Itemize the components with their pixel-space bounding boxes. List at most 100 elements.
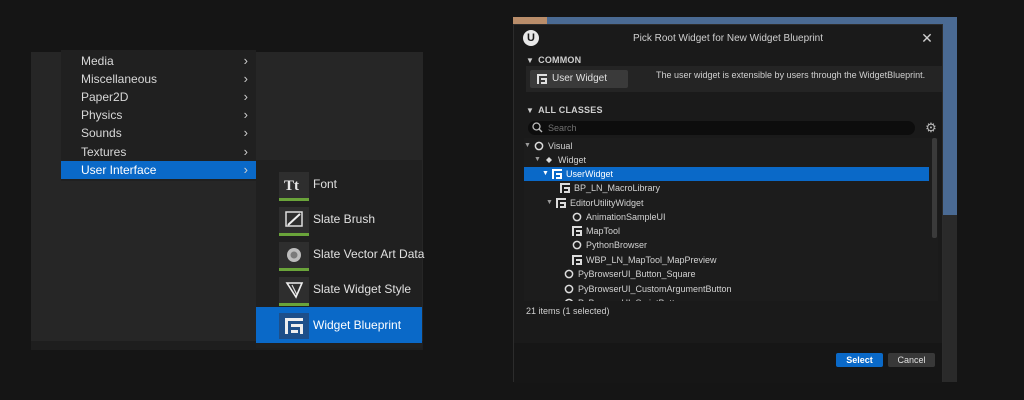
submenu-item-widget-blueprint[interactable]: Widget Blueprint bbox=[256, 307, 422, 343]
expand-arrow-icon[interactable]: ▼ bbox=[542, 167, 549, 181]
circle-icon bbox=[564, 284, 574, 294]
tree-row-pybrowserui-scriptbutton[interactable]: PyBrowserUI_ScriptButton bbox=[524, 296, 929, 301]
chevron-right-icon: › bbox=[243, 162, 248, 177]
tree-row-label: UserWidget bbox=[566, 169, 614, 179]
search-icon bbox=[532, 122, 543, 133]
tree-row-editorutilitywidget[interactable]: ▼ EditorUtilityWidget bbox=[524, 196, 929, 210]
diamond-icon bbox=[546, 157, 552, 163]
dialog-footer: Select Cancel bbox=[514, 343, 942, 383]
common-header-label: COMMON bbox=[538, 55, 582, 65]
widget-icon bbox=[556, 198, 566, 208]
tree-row-visual[interactable]: ▼ Visual bbox=[524, 139, 929, 153]
tree-row-label: MapTool bbox=[586, 226, 621, 236]
dialog-title: Pick Root Widget for New Widget Blueprin… bbox=[632, 33, 824, 44]
user-widget-button[interactable]: User Widget bbox=[530, 70, 628, 88]
menu-item-label: Paper2D bbox=[81, 90, 129, 104]
tree-row-label: PyBrowserUI_Button_Square bbox=[578, 269, 696, 279]
chevron-right-icon: › bbox=[243, 107, 248, 122]
all-classes-header-label: ALL CLASSES bbox=[538, 105, 603, 115]
cancel-button[interactable]: Cancel bbox=[888, 353, 935, 367]
widget-icon bbox=[572, 255, 582, 265]
menu-item-paper2d[interactable]: Paper2D › bbox=[61, 88, 256, 106]
tree-row-wbp-ln-maptool-mappreview[interactable]: WBP_LN_MapTool_MapPreview bbox=[524, 253, 929, 267]
close-button[interactable]: ✕ bbox=[920, 31, 934, 45]
tree-row-animationsampleui[interactable]: AnimationSampleUI bbox=[524, 210, 929, 224]
class-tree: ▼ Visual ▼ Widget ▼ UserWidget BP_LN_MacroLibr… bbox=[524, 138, 938, 301]
chevron-right-icon: › bbox=[243, 144, 248, 159]
menu-item-label: Textures bbox=[81, 145, 127, 159]
menu-item-textures[interactable]: Textures › bbox=[61, 143, 256, 161]
circle-icon bbox=[534, 141, 544, 151]
submenu-item-slate-brush[interactable]: Slate Brush bbox=[256, 201, 422, 237]
submenu-item-label: Slate Vector Art Data bbox=[313, 247, 425, 261]
menu-item-sounds[interactable]: Sounds › bbox=[61, 124, 256, 142]
dialog-titlebar: U Pick Root Widget for New Widget Bluepr… bbox=[514, 25, 942, 51]
menu-item-label: Sounds bbox=[81, 126, 122, 140]
tree-row-label: BP_LN_MacroLibrary bbox=[574, 183, 661, 193]
tree-row-bp-ln-macrolibrary[interactable]: BP_LN_MacroLibrary bbox=[524, 181, 929, 195]
circle-icon bbox=[572, 240, 582, 250]
menu-item-label: Media bbox=[81, 54, 114, 68]
expand-arrow-icon[interactable]: ▼ bbox=[524, 139, 531, 153]
submenu-item-slate-vector-art-data[interactable]: Slate Vector Art Data bbox=[256, 236, 425, 272]
tree-row-label: Visual bbox=[548, 141, 573, 151]
font-icon: Tt bbox=[279, 172, 309, 201]
circle-icon bbox=[565, 298, 573, 301]
all-classes-section-header[interactable]: ▼ ALL CLASSES bbox=[526, 105, 603, 115]
menu-item-miscellaneous[interactable]: Miscellaneous › bbox=[61, 70, 256, 88]
chevron-right-icon: › bbox=[243, 89, 248, 104]
tree-row-label: EditorUtilityWidget bbox=[570, 198, 644, 208]
context-menu: Media › Miscellaneous › Paper2D › Physics › Soun… bbox=[61, 50, 256, 181]
widget-style-icon bbox=[279, 277, 309, 306]
widget-icon bbox=[572, 226, 582, 236]
vector-art-icon bbox=[279, 242, 309, 271]
settings-gear-icon[interactable]: ⚙ bbox=[924, 121, 938, 135]
menu-item-label: User Interface bbox=[81, 163, 157, 177]
tree-row-label: PyBrowserUI_ScriptButton bbox=[578, 296, 685, 301]
tree-row-widget[interactable]: ▼ Widget bbox=[524, 153, 929, 167]
search-box[interactable] bbox=[528, 121, 915, 135]
tree-row-pybrowserui-customargumentbutton[interactable]: PyBrowserUI_CustomArgumentButton bbox=[524, 282, 929, 296]
circle-icon bbox=[564, 269, 574, 279]
submenu-item-label: Font bbox=[313, 177, 338, 191]
search-input[interactable] bbox=[548, 121, 903, 135]
chevron-right-icon: › bbox=[243, 125, 248, 140]
widget-icon bbox=[552, 169, 562, 179]
user-widget-button-label: User Widget bbox=[552, 73, 608, 84]
svg-text:Tt: Tt bbox=[284, 178, 299, 194]
pick-root-widget-dialog: U Pick Root Widget for New Widget Bluepr… bbox=[513, 24, 943, 383]
tree-row-label: AnimationSampleUI bbox=[586, 212, 666, 222]
tree-row-pybrowserui-button-square[interactable]: PyBrowserUI_Button_Square bbox=[524, 267, 929, 281]
collapse-arrow-icon: ▼ bbox=[526, 56, 535, 65]
submenu-item-font[interactable]: Tt Font bbox=[256, 166, 422, 202]
expand-arrow-icon[interactable]: ▼ bbox=[546, 196, 553, 210]
menu-item-user-interface[interactable]: User Interface › bbox=[61, 161, 256, 179]
expand-arrow-icon[interactable]: ▼ bbox=[534, 153, 541, 167]
submenu-item-label: Widget Blueprint bbox=[313, 318, 402, 332]
item-count-status: 21 items (1 selected) bbox=[526, 306, 610, 316]
select-button[interactable]: Select bbox=[836, 353, 883, 367]
tree-scrollbar[interactable] bbox=[932, 138, 937, 238]
tree-row-label: Widget bbox=[558, 155, 587, 165]
menu-item-physics[interactable]: Physics › bbox=[61, 106, 256, 124]
tree-row-pythonbrowser[interactable]: PythonBrowser bbox=[524, 238, 929, 252]
tree-row-maptool[interactable]: MapTool bbox=[524, 224, 929, 238]
menu-item-media[interactable]: Media › bbox=[61, 52, 256, 70]
circle-icon bbox=[572, 212, 582, 222]
widget-icon bbox=[537, 74, 547, 84]
submenu-item-slate-widget-style[interactable]: Slate Widget Style bbox=[256, 271, 422, 307]
tree-row-label: PyBrowserUI_CustomArgumentButton bbox=[578, 284, 732, 294]
menu-item-label: Miscellaneous bbox=[81, 72, 158, 86]
tree-row-label: WBP_LN_MapTool_MapPreview bbox=[586, 255, 717, 265]
widget-blueprint-icon bbox=[279, 313, 309, 342]
submenu-item-label: Slate Brush bbox=[313, 212, 376, 226]
tree-row-label: PythonBrowser bbox=[586, 240, 648, 250]
user-interface-submenu: Tt Font Slate Brush Slate Vector Art Data Sl… bbox=[256, 160, 425, 348]
submenu-item-label: Slate Widget Style bbox=[313, 282, 412, 296]
common-section-header[interactable]: ▼ COMMON bbox=[526, 55, 581, 65]
chevron-right-icon: › bbox=[243, 53, 248, 68]
tree-row-userwidget[interactable]: ▼ UserWidget bbox=[524, 167, 929, 181]
chevron-right-icon: › bbox=[243, 71, 248, 86]
menu-item-label: Physics bbox=[81, 108, 123, 122]
brush-icon bbox=[279, 207, 309, 236]
